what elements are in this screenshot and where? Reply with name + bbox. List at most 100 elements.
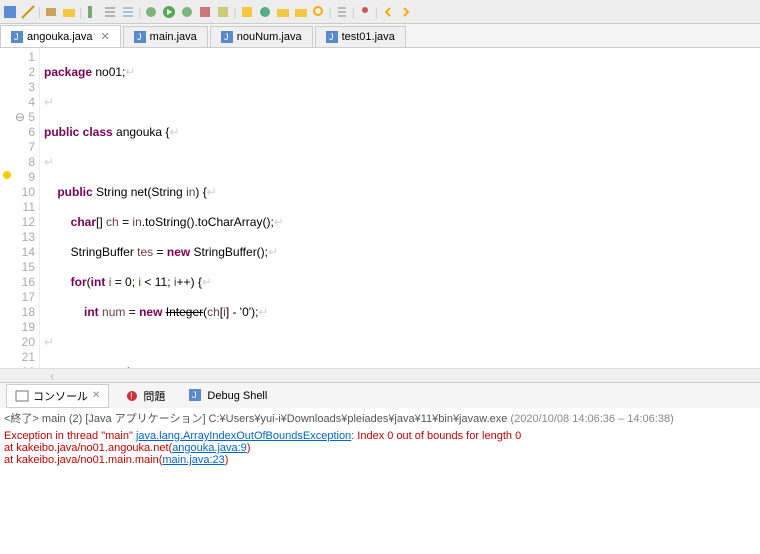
console-line: Exception in thread "main" java.lang.Arr… [4, 430, 756, 442]
java-icon: J [221, 31, 233, 43]
tab-angouka[interactable]: Jangouka.java ✕ [0, 25, 121, 47]
list-icon[interactable] [102, 4, 118, 20]
outline-icon[interactable] [334, 4, 350, 20]
save-icon[interactable] [2, 4, 18, 20]
run-icon[interactable] [161, 4, 177, 20]
java-icon: J [326, 31, 338, 43]
line-num: 18 [0, 305, 35, 320]
code-line: num -= 1;↵ [44, 365, 756, 368]
tab-console[interactable]: コンソール ✕ [6, 384, 109, 408]
line-num: 3 [0, 80, 35, 95]
svg-text:J: J [192, 390, 197, 400]
source-link[interactable]: main.java:23 [162, 454, 224, 466]
svg-text:!: ! [130, 391, 133, 401]
code-line: char[] ch = in.toString().toCharArray();… [44, 215, 756, 230]
tab-label: test01.java [342, 31, 395, 43]
code-line: public class angouka {↵ [44, 125, 756, 140]
folder-icon[interactable] [61, 4, 77, 20]
console-view: <終了> main (2) [Java アプリケーション] C:¥Users¥y… [0, 408, 760, 554]
line-num: 4 [0, 95, 35, 110]
main-toolbar: | | | | | | | [0, 0, 760, 24]
line-num: ⊖ 5 [0, 110, 35, 125]
svg-text:J: J [329, 32, 334, 42]
tab-main[interactable]: Jmain.java [123, 26, 208, 47]
exception-link[interactable]: java.lang.ArrayIndexOutOfBoundsException [136, 430, 351, 442]
code-line: public String net(String in) {↵ [44, 185, 756, 200]
code-editor[interactable]: 1 2 3 4 ⊖ 5 6 7 8 9 10 11 12 13 14 15 16… [0, 48, 760, 368]
coverage-icon[interactable] [179, 4, 195, 20]
line-gutter: 1 2 3 4 ⊖ 5 6 7 8 9 10 11 12 13 14 15 16… [0, 48, 40, 368]
pin-icon[interactable] [357, 4, 373, 20]
line-num: 14 [0, 245, 35, 260]
indent-icon[interactable] [120, 4, 136, 20]
code-line: ↵ [44, 335, 756, 350]
debug-icon[interactable] [143, 4, 159, 20]
console-line: at kakeibo.java/no01.angouka.net(angouka… [4, 442, 756, 454]
line-num: 13 [0, 230, 35, 245]
line-num: 10 [0, 185, 35, 200]
h-scrollbar[interactable]: ‹ [0, 368, 760, 382]
line-num: 12 [0, 215, 35, 230]
code-line: package no01;↵ [44, 65, 756, 80]
tab-nouNum[interactable]: JnouNum.java [210, 26, 313, 47]
svg-text:J: J [224, 32, 229, 42]
line-num: 1 [0, 50, 35, 65]
open2-icon[interactable] [293, 4, 309, 20]
console-header: <終了> main (2) [Java アプリケーション] C:¥Users¥y… [0, 408, 760, 428]
line-num: 11 [0, 200, 35, 215]
tab-label: Debug Shell [207, 390, 267, 402]
tab-test01[interactable]: Jtest01.java [315, 26, 406, 47]
close-icon[interactable]: ✕ [100, 30, 109, 43]
problems-icon: ! [125, 389, 139, 403]
wand-icon[interactable] [20, 4, 36, 20]
code-line: int num = new Integer(ch[i] - '0');↵ [44, 305, 756, 320]
tab-label: angouka.java [27, 31, 92, 43]
package-icon[interactable] [43, 4, 59, 20]
line-num: 19 [0, 320, 35, 335]
toggle-icon[interactable] [84, 4, 100, 20]
code-line: for(int i = 0; i < 11; i++) {↵ [44, 275, 756, 290]
line-num: 2 [0, 65, 35, 80]
line-num: 20 [0, 335, 35, 350]
line-num: 7 [0, 140, 35, 155]
editor-tabs: Jangouka.java ✕ Jmain.java JnouNum.java J… [0, 24, 760, 48]
java-icon: J [134, 31, 146, 43]
console-icon [15, 389, 29, 403]
java-icon: J [189, 389, 203, 403]
code-area[interactable]: package no01;↵ ↵ public class angouka {↵… [40, 48, 760, 368]
open-icon[interactable] [275, 4, 291, 20]
line-num: 9 [0, 170, 35, 185]
warning-icon [2, 170, 12, 180]
bottom-tabs: コンソール ✕ ! 問題 J Debug Shell [0, 382, 760, 408]
tab-problems[interactable]: ! 問題 [117, 385, 173, 407]
line-num: 8 [0, 155, 35, 170]
line-num: 15 [0, 260, 35, 275]
console-line: at kakeibo.java/no01.main.main(main.java… [4, 454, 756, 466]
line-num: 17 [0, 290, 35, 305]
tab-label: 問題 [143, 388, 165, 404]
back-icon[interactable] [380, 4, 396, 20]
search-icon[interactable] [311, 4, 327, 20]
svg-text:J: J [14, 32, 19, 42]
code-line: ↵ [44, 95, 756, 110]
line-num: 16 [0, 275, 35, 290]
console-output: Exception in thread "main" java.lang.Arr… [0, 428, 760, 468]
line-num: 21 [0, 350, 35, 365]
ext2-icon[interactable] [215, 4, 231, 20]
fwd-icon[interactable] [398, 4, 414, 20]
new-icon[interactable] [239, 4, 255, 20]
code-line: StringBuffer tes = new StringBuffer();↵ [44, 245, 756, 260]
ext-icon[interactable] [197, 4, 213, 20]
tab-label: コンソール [33, 388, 88, 404]
svg-text:J: J [137, 32, 142, 42]
source-link[interactable]: angouka.java:9 [172, 442, 247, 454]
new-class-icon[interactable] [257, 4, 273, 20]
code-line: ↵ [44, 155, 756, 170]
close-icon[interactable]: ✕ [92, 390, 100, 401]
tab-debug-shell[interactable]: J Debug Shell [181, 386, 275, 406]
tab-label: main.java [150, 31, 197, 43]
line-num: 6 [0, 125, 35, 140]
tab-label: nouNum.java [237, 31, 302, 43]
line-num: 22 [0, 365, 35, 368]
java-icon: J [11, 31, 23, 43]
